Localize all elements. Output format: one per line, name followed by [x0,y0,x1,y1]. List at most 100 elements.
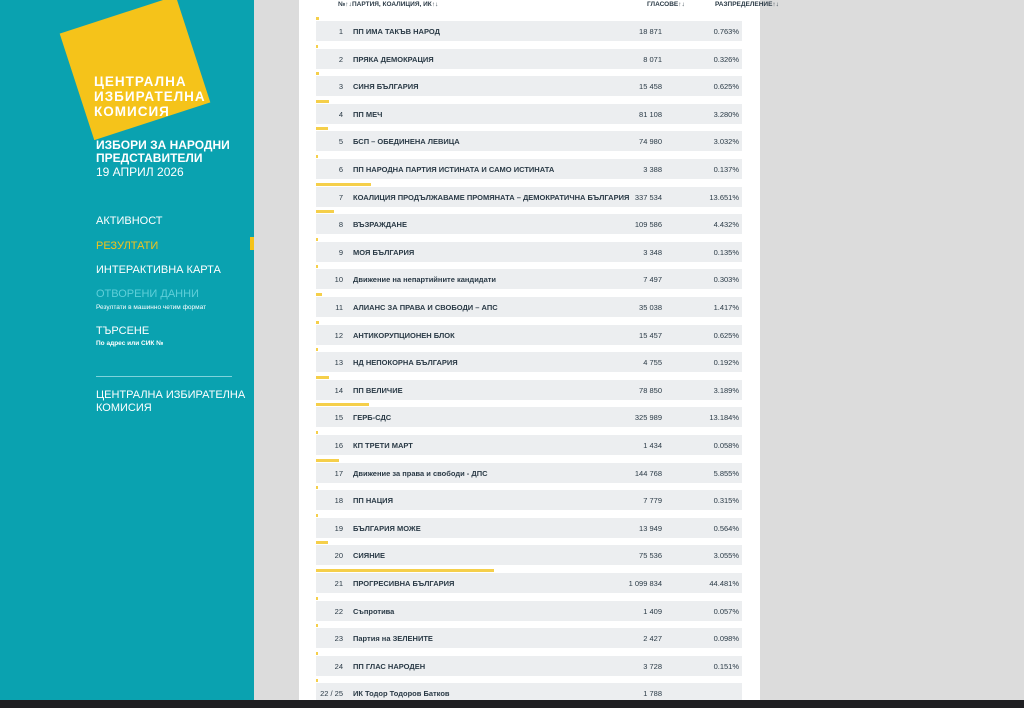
row-votes: 1 434 [643,441,662,450]
cik-link-line-2: КОМИСИЯ [96,402,152,414]
row-party: ПП ИМА ТАКЪВ НАРОД [353,27,440,36]
table-row[interactable]: 13 НД НЕПОКОРНА БЪЛГАРИЯ 4 755 0.192% [316,352,742,373]
row-number: 21 [334,579,343,588]
sidebar-divider [96,376,232,377]
header-number[interactable]: №↑↓ [338,1,352,8]
table-row[interactable]: 6 ПП НАРОДНА ПАРТИЯ ИСТИНАТА И САМО ИСТИН… [316,159,742,179]
row-votes: 18 871 [639,27,662,36]
row-party: СИЯНИЕ [353,551,386,561]
row-party: КП ТРЕТИ МАРТ [353,441,413,450]
table-row[interactable]: 12 АНТИКОРУПЦИОНЕН БЛОК 15 457 0.625% [316,324,742,345]
row-share: 0.192% [713,358,739,368]
row-number: 17 [334,468,343,478]
row-votes: 3 348 [643,247,662,257]
row-party: ИК Тодор Тодоров Батков [353,689,450,699]
share-bar [316,210,334,214]
row-votes: 78 850 [639,385,662,395]
logo-line-1: ЦЕНТРАЛНА [94,74,187,89]
row-party: ВЪЗРАЖДАНЕ [353,220,407,230]
table-row[interactable]: 20 СИЯНИЕ 75 536 3.055% [316,545,742,566]
row-share: 13.651% [709,192,739,202]
table-row[interactable]: 15 ГЕРБ-СДС 325 989 13.184% [316,407,742,428]
table-row[interactable]: 4 ПП МЕЧ 81 108 3.280% [316,103,742,124]
nav-item-interactive-map[interactable]: ИНТЕРАКТИВНА КАРТА [96,264,221,277]
row-votes: 15 457 [639,330,662,340]
table-row[interactable]: 5 БСП – ОБЕДИНЕНА ЛЕВИЦА 74 980 3.032% [316,131,742,152]
table-row[interactable]: 3 СИНЯ БЪЛГАРИЯ 15 458 0.625% [316,76,742,97]
row-share: 0.326% [713,54,739,64]
row-party: ПП ВЕЛИЧИЕ [353,385,403,395]
table-row[interactable]: 24 ПП ГЛАС НАРОДЕН 3 728 0.151% [316,655,742,676]
table-row[interactable]: 17 Движение за права и свободи - ДПС 144 7… [316,462,742,483]
table-row[interactable]: 8 ВЪЗРАЖДАНЕ 109 586 4.432% [316,214,742,235]
nav-item-results[interactable]: РЕЗУЛТАТИ [96,240,158,253]
share-bar [316,44,318,48]
row-number: 9 [338,247,343,257]
row-votes: 3 728 [643,661,662,671]
share-bar [316,431,318,434]
cik-logo[interactable]: ЦЕНТРАЛНА ИЗБИРАТЕЛНА КОМИСИЯ [59,0,211,141]
row-party: НД НЕПОКОРНА БЪЛГАРИЯ [353,358,458,368]
row-number: 16 [334,441,343,450]
table-row[interactable]: 16 КП ТРЕТИ МАРТ 1 434 0.058% [316,435,742,455]
row-share: 0.058% [713,441,739,450]
table-row[interactable]: 18 ПП НАЦИЯ 7 779 0.315% [316,490,742,511]
table-row[interactable]: 2 ПРЯКА ДЕМОКРАЦИЯ 8 071 0.326% [316,48,742,69]
table-row[interactable]: 9 МОЯ БЪЛГАРИЯ 3 348 0.135% [316,241,742,262]
row-party: МОЯ БЪЛГАРИЯ [353,247,415,257]
row-party: ПП МЕЧ [353,109,383,119]
row-votes: 144 768 [634,468,662,478]
share-bar [316,155,318,158]
share-bar [316,403,369,407]
row-share: 13.184% [709,413,739,423]
nav-item-open-data[interactable]: ОТВОРЕНИ ДАННИ [96,288,199,301]
header-votes[interactable]: ГЛАСОВЕ↑↓ [647,1,685,8]
row-party: ГЕРБ-СДС [353,413,392,423]
table-row[interactable]: 14 ПП ВЕЛИЧИЕ 78 850 3.189% [316,379,742,400]
logo-line-2: ИЗБИРАТЕЛНА [94,89,206,104]
table-row[interactable]: 23 Партия на ЗЕЛЕНИТЕ 2 427 0.098% [316,628,742,649]
table-row[interactable]: 7 КОАЛИЦИЯ ПРОДЪЛЖАВАМЕ ПРОМЯНАТА – ДЕМОК… [316,186,742,207]
row-number: 14 [334,385,343,395]
share-bar [316,486,318,490]
row-share: 0.151% [713,661,739,671]
active-nav-marker [250,237,254,250]
cik-home-link[interactable]: ЦЕНТРАЛНА ИЗБИРАТЕЛНА КОМИСИЯ [96,389,245,415]
cik-link-line-1: ЦЕНТРАЛНА ИЗБИРАТЕЛНА [96,389,246,401]
logo-text: ЦЕНТРАЛНА ИЗБИРАТЕЛНА КОМИСИЯ [94,74,206,119]
row-number: 5 [338,137,343,147]
sidebar: ЦЕНТРАЛНА ИЗБИРАТЕЛНА КОМИСИЯ ИЗБОРИ ЗА … [0,0,254,700]
row-votes: 2 427 [643,634,662,644]
share-bar [316,624,318,628]
row-share: 0.137% [713,165,739,174]
table-row[interactable]: 19 БЪЛГАРИЯ МОЖЕ 13 949 0.564% [316,517,742,538]
table-row[interactable]: 10 Движение на непартийните кандидати 7 49… [316,269,742,290]
header-party[interactable]: ПАРТИЯ, КОАЛИЦИЯ, ИК↑↓ [352,1,438,8]
row-party: ПРОГРЕСИВНА БЪЛГАРИЯ [353,579,455,588]
row-number: 15 [334,413,343,423]
header-share[interactable]: РАЗПРЕДЕЛЕНИЕ↑↓ [715,1,779,8]
nav-item-search[interactable]: ТЪРСЕНЕ [96,325,149,338]
row-share: 0.625% [713,330,739,340]
row-number: 22 [334,606,343,616]
row-number: 6 [338,165,343,174]
share-bar [316,237,318,241]
table-row[interactable]: 11 АЛИАНС ЗА ПРАВА И СВОБОДИ – АПС 35 038 1… [316,297,742,317]
table-row[interactable]: 21 ПРОГРЕСИВНА БЪЛГАРИЯ 1 099 834 44.481% [316,573,742,593]
share-bar [316,458,340,462]
share-bar [316,265,318,269]
row-party: Движение за права и свободи - ДПС [353,468,488,478]
share-bar [316,375,329,379]
table-row[interactable]: 22 Съпротива 1 409 0.057% [316,600,742,621]
row-share: 0.135% [713,247,739,257]
row-number: 1 [338,27,343,36]
share-bar [316,348,318,352]
logo-square [59,0,211,141]
share-bar [316,651,318,655]
share-bar [316,541,329,545]
row-share: 1.417% [713,303,739,312]
row-party: ПП НАРОДНА ПАРТИЯ ИСТИНАТА И САМО ИСТИНА… [353,165,555,174]
row-share: 0.625% [713,82,739,92]
table-row[interactable]: 1 ПП ИМА ТАКЪВ НАРОД 18 871 0.763% [316,21,742,41]
nav-item-activity[interactable]: АКТИВНОСТ [96,215,163,228]
